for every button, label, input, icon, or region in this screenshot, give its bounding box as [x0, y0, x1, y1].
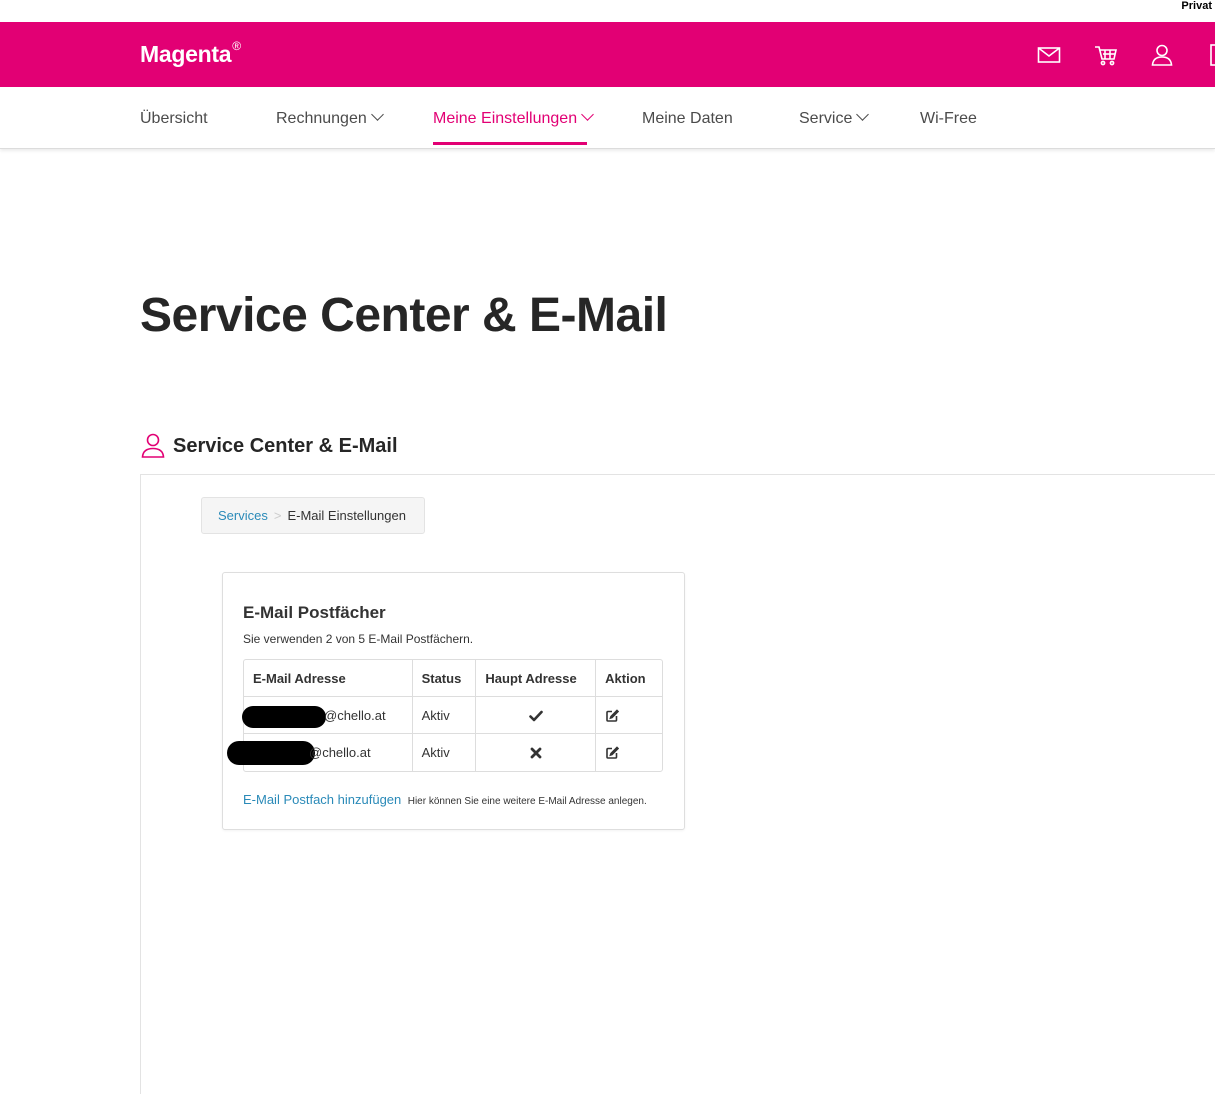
- user-icon[interactable]: [1149, 42, 1175, 68]
- nav-item-rechnungen[interactable]: Rechnungen: [276, 108, 384, 128]
- nav-item-uebersicht[interactable]: Übersicht: [140, 110, 208, 128]
- nav-item-label: Service: [799, 110, 853, 127]
- nav-item-label: Übersicht: [140, 110, 208, 127]
- magenta-logo[interactable]: Magenta®: [140, 39, 241, 68]
- table-row: @chello.at Aktiv: [242, 697, 662, 734]
- edit-icon[interactable]: [605, 746, 620, 760]
- mailbox-card-title: E-Mail Postfächer: [243, 603, 386, 622]
- menu-icon[interactable]: [1207, 42, 1215, 68]
- main-address-cell: [476, 697, 597, 734]
- mailbox-usage-text: Sie verwenden 2 von 5 E-Mail Postfächern…: [243, 632, 474, 646]
- nav-item-label: Wi-Free: [920, 110, 977, 127]
- site-header: Magenta®: [0, 22, 1215, 87]
- column-header-main-address: Haupt Adresse: [476, 660, 597, 697]
- redaction-mark: [242, 706, 326, 728]
- mailbox-card: E-Mail Postfächer Sie verwenden 2 von 5 …: [222, 572, 685, 830]
- nav-item-label: Meine Daten: [642, 110, 733, 127]
- chevron-down-icon: [370, 108, 384, 121]
- active-tab-indicator: [433, 142, 587, 145]
- breadcrumb-services-link[interactable]: Services: [218, 508, 268, 523]
- cart-icon[interactable]: [1093, 42, 1119, 68]
- edit-icon[interactable]: [605, 709, 620, 723]
- main-address-cell: [476, 734, 597, 771]
- check-icon: [528, 709, 543, 723]
- chevron-down-icon: [581, 108, 594, 121]
- chevron-down-icon: [856, 108, 870, 121]
- mailbox-table: E-Mail Adresse Status Haupt Adresse Akti…: [227, 659, 663, 772]
- page-title: Service Center & E-Mail: [140, 289, 668, 342]
- breadcrumb: Services > E-Mail Einstellungen: [201, 497, 425, 534]
- top-utility-bar: Privat: [0, 0, 1215, 22]
- add-mailbox-row: E-Mail Postfach hinzufügen Hier können S…: [243, 791, 647, 809]
- email-address-cell: @chello.at: [227, 734, 413, 771]
- email-address: @chello.at: [324, 707, 386, 723]
- section-title: Service Center & E-Mail: [173, 435, 398, 457]
- email-address-cell: @chello.at: [242, 697, 413, 734]
- nav-item-service[interactable]: Service: [799, 108, 870, 128]
- email-address: @chello.at: [309, 745, 371, 760]
- segment-privat-link[interactable]: Privat: [1181, 0, 1212, 12]
- nav-item-label: Rechnungen: [276, 110, 367, 127]
- breadcrumb-current: E-Mail Einstellungen: [287, 508, 406, 523]
- column-header-action: Aktion: [596, 660, 662, 697]
- person-icon: [140, 432, 166, 460]
- column-header-status: Status: [412, 660, 477, 697]
- cross-icon: [529, 746, 543, 760]
- nav-item-label: Meine Einstellungen: [433, 110, 578, 127]
- status-cell: Aktiv: [413, 734, 477, 771]
- nav-item-meine-einstellungen[interactable]: Meine Einstellungen: [433, 108, 594, 128]
- redaction-mark: [227, 741, 315, 765]
- nav-item-wi-free[interactable]: Wi-Free: [920, 110, 977, 128]
- table-header-row: E-Mail Adresse Status Haupt Adresse Akti…: [244, 660, 662, 697]
- nav-item-meine-daten[interactable]: Meine Daten: [642, 110, 733, 128]
- add-mailbox-hint: Hier können Sie eine weitere E-Mail Adre…: [407, 796, 647, 807]
- main-navigation: Übersicht Rechnungen Meine Einstellungen…: [0, 87, 1215, 149]
- action-cell: [596, 734, 662, 771]
- add-mailbox-link[interactable]: E-Mail Postfach hinzufügen: [243, 792, 401, 807]
- brand-name: Magenta: [140, 41, 232, 67]
- breadcrumb-separator: >: [273, 508, 282, 523]
- column-header-email: E-Mail Adresse: [244, 660, 413, 697]
- table-row: @chello.at Aktiv: [227, 734, 662, 771]
- registered-mark: ®: [232, 39, 241, 53]
- mail-icon[interactable]: [1036, 42, 1062, 68]
- status-cell: Aktiv: [412, 697, 477, 734]
- action-cell: [596, 697, 662, 734]
